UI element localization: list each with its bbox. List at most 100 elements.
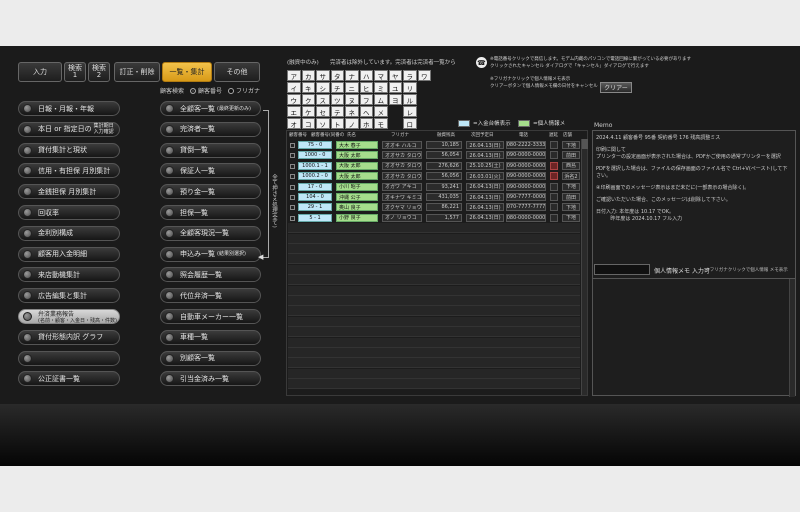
customer-number-button[interactable]: 1000 - 0 xyxy=(298,151,332,160)
left-menu-button-4[interactable]: 金銭担保 月別集計 xyxy=(18,184,120,200)
row-checkbox[interactable] xyxy=(290,174,295,180)
right-menu-button-10[interactable]: 自動車メーカー一覧 xyxy=(160,309,261,324)
kana-key[interactable]: カ xyxy=(301,70,315,81)
kana-key[interactable]: ソ xyxy=(316,118,330,129)
right-menu-button-2[interactable]: 貸倒一覧 xyxy=(160,142,261,158)
row-checkbox[interactable] xyxy=(290,184,295,190)
kana-key[interactable]: サ xyxy=(316,70,330,81)
customer-number-button[interactable]: 75 - 0 xyxy=(298,141,332,149)
memo-input-field[interactable] xyxy=(594,264,650,275)
kana-key[interactable]: コ xyxy=(301,118,315,129)
tab-2[interactable]: 検索 2 xyxy=(88,62,110,82)
name-button[interactable]: 大阪 太郎 xyxy=(336,161,378,170)
right-menu-button-0[interactable]: 全顧客一覧 (最終更新のみ) xyxy=(160,101,261,116)
kana-key[interactable]: ネ xyxy=(345,106,359,117)
kana-key[interactable]: ナ xyxy=(345,70,359,81)
kana-key[interactable]: モ xyxy=(374,118,388,129)
left-menu-button-10[interactable]: 弁済業務報告 (名前・顧客・入金日・残高・件数) xyxy=(18,309,120,324)
kana-key[interactable]: ヨ xyxy=(388,94,402,105)
right-menu-button-13[interactable]: 引当金済み一覧 xyxy=(160,371,261,387)
right-menu-button-12[interactable]: 別顧客一覧 xyxy=(160,350,261,366)
kana-key[interactable]: ニ xyxy=(345,82,359,93)
phone-button[interactable]: 080-2222-3333 xyxy=(506,141,546,149)
kana-key[interactable]: ハ xyxy=(359,70,373,81)
kana-key[interactable]: ホ xyxy=(359,118,373,129)
kana-key[interactable]: チ xyxy=(330,82,344,93)
left-menu-button-12[interactable] xyxy=(18,350,120,366)
row-checkbox[interactable] xyxy=(290,163,295,169)
kana-cell[interactable]: オノ リョウコ xyxy=(382,213,422,222)
tab-0[interactable]: 入力 xyxy=(18,62,62,82)
scroll-thumb[interactable] xyxy=(582,139,588,149)
customer-number-button[interactable]: 17 - 0 xyxy=(298,182,332,191)
kana-key[interactable]: ク xyxy=(301,94,315,105)
customer-number-button[interactable]: 1000.1 - 1 xyxy=(298,161,332,170)
memo-scrollbar[interactable] xyxy=(789,279,795,397)
name-button[interactable]: 小川 昭子 xyxy=(336,182,378,191)
kana-key[interactable]: フ xyxy=(359,94,373,105)
kana-key[interactable]: メ xyxy=(374,106,388,117)
kana-key[interactable]: ロ xyxy=(403,118,417,129)
kana-key[interactable]: キ xyxy=(301,82,315,93)
tab-5[interactable]: その他 xyxy=(214,62,260,82)
left-menu-button-6[interactable]: 金利別構成 xyxy=(18,225,120,241)
kana-key[interactable]: テ xyxy=(330,106,344,117)
phone-button[interactable]: 090-7777-0000 xyxy=(506,193,546,201)
kana-key[interactable]: レ xyxy=(403,106,417,117)
kana-key[interactable]: ラ xyxy=(403,70,417,81)
row-checkbox[interactable] xyxy=(290,215,295,221)
kana-key[interactable]: ヌ xyxy=(345,94,359,105)
right-menu-button-6[interactable]: 全顧客現況一覧 xyxy=(160,225,261,241)
clear-button[interactable]: クリアー xyxy=(600,82,632,93)
kana-key[interactable]: シ xyxy=(316,82,330,93)
phone-button[interactable]: 070-7777-7777 xyxy=(506,203,546,212)
customer-number-button[interactable]: 5 - 1 xyxy=(298,213,332,222)
kana-cell[interactable]: オオサカ タロウ xyxy=(382,151,422,160)
right-menu-button-1[interactable]: 完済者一覧 xyxy=(160,121,261,137)
kana-key[interactable]: ノ xyxy=(345,118,359,129)
left-menu-button-1[interactable]: 本日 or 指定日の 集計期日 入力確認 xyxy=(18,121,120,137)
left-menu-button-8[interactable]: 来店動機集計 xyxy=(18,267,120,283)
left-menu-button-13[interactable]: 公正証書一覧 xyxy=(18,371,120,387)
kana-key[interactable]: ス xyxy=(316,94,330,105)
phone-button[interactable]: 080-0000-0000 xyxy=(506,213,546,222)
tab-1[interactable]: 検索 1 xyxy=(64,62,86,82)
row-checkbox[interactable] xyxy=(290,153,295,159)
kana-key[interactable]: ト xyxy=(330,118,344,129)
radio-furigana[interactable]: フリガナ xyxy=(228,86,260,95)
left-menu-button-7[interactable]: 顧客用入金明細 xyxy=(18,246,120,262)
kana-key[interactable]: エ xyxy=(287,106,301,117)
phone-button[interactable]: 090-0000-0000 xyxy=(506,151,546,160)
left-menu-button-0[interactable]: 日報・月報・年報 xyxy=(18,101,120,116)
kana-key[interactable]: ウ xyxy=(287,94,301,105)
row-checkbox[interactable] xyxy=(290,143,295,148)
right-menu-button-11[interactable]: 車種一覧 xyxy=(160,329,261,345)
kana-key[interactable]: ケ xyxy=(301,106,315,117)
kana-cell[interactable]: オオサカ タロウ xyxy=(382,161,422,170)
tab-3[interactable]: 訂正・削除 xyxy=(114,62,160,82)
right-menu-button-5[interactable]: 担保一覧 xyxy=(160,205,261,220)
name-button[interactable]: 小野 良子 xyxy=(336,213,378,222)
kana-key[interactable]: ツ xyxy=(330,94,344,105)
name-button[interactable]: 大木 春子 xyxy=(336,141,378,149)
kana-key[interactable]: ル xyxy=(403,94,417,105)
left-menu-button-9[interactable]: 広告編集と集計 xyxy=(18,288,120,304)
tab-4[interactable]: 一覧・集計 xyxy=(162,62,212,82)
kana-key[interactable]: タ xyxy=(330,70,344,81)
right-menu-button-4[interactable]: 預り金一覧 xyxy=(160,184,261,200)
kana-cell[interactable]: オオサカ タロウ xyxy=(382,172,422,181)
customer-number-button[interactable]: 104 - 0 xyxy=(298,193,332,201)
left-menu-button-5[interactable]: 回収率 xyxy=(18,205,120,220)
name-button[interactable]: 沖縄 公子 xyxy=(336,193,378,201)
radio-customer-number[interactable]: 顧客番号 xyxy=(190,86,222,95)
kana-cell[interactable]: オキナワ キミコ xyxy=(382,193,422,201)
kana-cell[interactable]: オクヤマ リョウ xyxy=(382,203,422,212)
kana-key[interactable]: ア xyxy=(287,70,301,81)
kana-key[interactable]: マ xyxy=(374,70,388,81)
kana-cell[interactable]: オガワ アキコ xyxy=(382,182,422,191)
right-menu-button-8[interactable]: 照会履歴一覧 xyxy=(160,267,261,283)
kana-key[interactable]: ミ xyxy=(374,82,388,93)
kana-key[interactable]: ヘ xyxy=(359,106,373,117)
phone-button[interactable]: 090-0000-0000 xyxy=(506,161,546,170)
customer-number-button[interactable]: 1000.2 - 0 xyxy=(298,172,332,181)
